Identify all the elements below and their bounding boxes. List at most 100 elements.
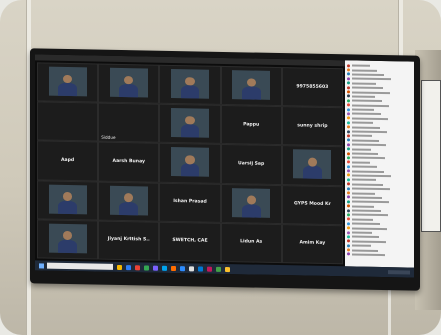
- participant-video: [48, 223, 87, 254]
- participant-tile[interactable]: Ishan Prasad: [159, 182, 221, 223]
- participant-display-name: SWETCH, CAE: [172, 238, 208, 245]
- participant-tile[interactable]: [37, 179, 99, 221]
- participant-display-name: Ishan Prasad: [173, 199, 207, 205]
- participant-tile[interactable]: Uarsij Sap: [220, 144, 282, 185]
- participant-face: [63, 74, 73, 84]
- avatar: [347, 94, 350, 98]
- taskbar-app-icon[interactable]: [180, 265, 185, 271]
- participant-list-name: [352, 95, 375, 98]
- participant-list-name: [352, 178, 376, 182]
- participant-tile[interactable]: [220, 65, 282, 107]
- participant-list-name: [352, 218, 373, 221]
- participant-list-name: [352, 196, 382, 199]
- participant-tile[interactable]: 9975855603: [281, 67, 343, 108]
- participant-video: [109, 67, 148, 98]
- participant-tile[interactable]: [159, 143, 221, 184]
- participant-body: [302, 165, 322, 180]
- participant-body: [58, 239, 78, 253]
- participant-list-name: [352, 244, 371, 248]
- participant-tile[interactable]: [159, 64, 221, 106]
- avatar: [347, 156, 350, 160]
- participant-face: [307, 157, 317, 167]
- start-icon[interactable]: [39, 262, 44, 269]
- participant-list-name: [352, 253, 385, 257]
- participant-list-name: [352, 165, 377, 169]
- participant-tile[interactable]: Aapd: [37, 140, 99, 182]
- taskbar-app-icon[interactable]: [135, 264, 140, 270]
- participant-list-name: [352, 104, 389, 107]
- participant-body: [180, 163, 200, 177]
- taskbar-app-icon[interactable]: [225, 266, 230, 272]
- taskbar-app-icon[interactable]: [216, 266, 221, 272]
- participant-tile[interactable]: [159, 103, 221, 145]
- participant-tile[interactable]: Pappu: [220, 105, 282, 146]
- avatar: [347, 235, 350, 239]
- avatar: [347, 81, 350, 85]
- avatar: [347, 85, 350, 90]
- taskbar-app-icon[interactable]: [117, 264, 122, 270]
- participant-display-name: sunny shrip: [297, 123, 328, 129]
- participant-video: [48, 66, 87, 97]
- participant-body: [241, 203, 261, 218]
- participant-video: [232, 70, 271, 100]
- participant-list-item[interactable]: [345, 252, 414, 258]
- participant-tile[interactable]: sunny shrip: [281, 106, 343, 147]
- participant-tile[interactable]: [37, 62, 99, 103]
- participant-tile[interactable]: [98, 63, 160, 104]
- avatar: [347, 204, 350, 208]
- avatar: [347, 178, 350, 182]
- avatar: [347, 160, 350, 164]
- participant-tile[interactable]: Amim Kay: [281, 223, 343, 265]
- taskbar-app-icon[interactable]: [153, 265, 158, 271]
- taskbar-search[interactable]: [47, 262, 113, 270]
- participant-face: [246, 195, 256, 205]
- taskbar-app-icon[interactable]: [162, 265, 167, 271]
- participant-list-name: [352, 64, 370, 67]
- participant-tile[interactable]: GYPS Mood Kr: [281, 184, 343, 226]
- participant-list-name: [352, 240, 386, 243]
- participant-tile[interactable]: Jiyanj Krttish S..: [98, 220, 160, 261]
- avatar: [347, 64, 350, 68]
- participant-tile[interactable]: [98, 181, 160, 222]
- participant-video: [109, 185, 148, 216]
- participant-display-name: Uarsij Sap: [238, 161, 265, 167]
- participant-display-name: GYPS Mood Kr: [293, 201, 331, 208]
- avatar: [347, 217, 350, 221]
- taskbar-app-icon[interactable]: [144, 264, 149, 271]
- participant-body: [58, 200, 78, 214]
- participant-tile[interactable]: [37, 219, 99, 260]
- participant-list-name: [352, 213, 388, 217]
- participant-list-name: [352, 231, 372, 234]
- participant-list-name: [352, 156, 385, 160]
- participant-list-name: [352, 249, 378, 252]
- participant-list-name: [352, 73, 384, 77]
- system-tray[interactable]: [388, 270, 410, 275]
- taskbar-app-icon[interactable]: [189, 265, 194, 271]
- taskbar-app-icon[interactable]: [198, 265, 203, 272]
- participant-face: [63, 231, 73, 241]
- participant-body: [241, 86, 261, 100]
- avatar: [347, 200, 350, 204]
- participant-tile[interactable]: [220, 183, 282, 224]
- avatar: [347, 173, 350, 177]
- participant-tile[interactable]: SWETCH, CAE: [159, 221, 221, 262]
- participant-list-name: [352, 152, 378, 155]
- tv-brand-logo: [30, 280, 420, 287]
- participant-tile[interactable]: Siddue: [98, 102, 160, 144]
- taskbar-app-icon[interactable]: [126, 264, 131, 270]
- taskbar-app-icon[interactable]: [207, 266, 212, 272]
- participant-tile[interactable]: [37, 101, 99, 142]
- participant-video: [293, 149, 332, 180]
- participant-list-name: [352, 161, 370, 164]
- participant-tile[interactable]: Lidun As: [220, 222, 282, 264]
- avatar: [347, 147, 350, 151]
- participant-face: [124, 75, 134, 85]
- participant-tile[interactable]: Aarsh Bunay: [98, 141, 160, 183]
- avatar: [347, 107, 350, 111]
- participant-tile[interactable]: [281, 145, 343, 186]
- participant-panel: [345, 60, 414, 268]
- taskbar-app-icon[interactable]: [171, 265, 176, 271]
- avatar: [347, 248, 350, 252]
- participant-name-label: Siddue: [101, 134, 116, 141]
- avatar: [347, 191, 350, 195]
